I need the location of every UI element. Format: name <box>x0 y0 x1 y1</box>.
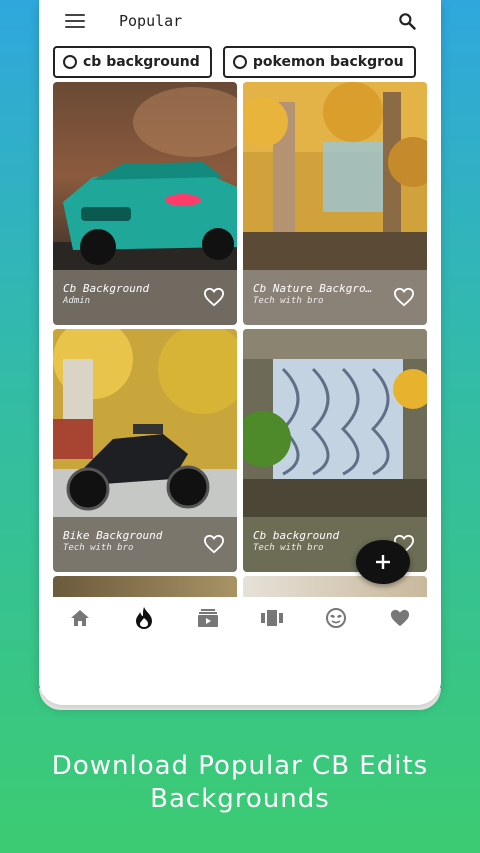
heart-icon <box>390 609 410 627</box>
app-bar: Popular <box>39 0 441 44</box>
promo-tagline: Download Popular CB Edits Backgrounds <box>0 750 480 816</box>
wallpaper-card[interactable]: Cb background Tech with bro <box>243 329 427 572</box>
card-info: Cb Background Admin <box>53 270 237 325</box>
wallpaper-author: Tech with bro <box>253 296 324 306</box>
plus-icon <box>376 555 390 569</box>
nav-home[interactable] <box>68 606 92 630</box>
wallpaper-author: Admin <box>63 296 91 306</box>
radio-circle-icon <box>232 55 247 69</box>
wallpaper-card[interactable]: Cb Nature Backgro… Tech with bro <box>243 82 427 325</box>
tagline-line-1: Download Popular CB Edits <box>51 751 429 781</box>
wallpaper-image-partial <box>53 576 237 597</box>
wallpaper-card[interactable] <box>53 576 237 597</box>
nav-mask[interactable] <box>324 606 348 630</box>
menu-icon[interactable] <box>65 14 85 28</box>
nav-popular[interactable] <box>132 606 156 630</box>
add-fab-button[interactable] <box>356 540 410 584</box>
favorite-heart-icon[interactable] <box>203 287 225 307</box>
fire-icon <box>136 607 152 629</box>
chip-cb-background[interactable]: cb background <box>53 46 212 78</box>
wallpaper-name: Cb background <box>253 529 340 542</box>
nav-favorites[interactable] <box>388 606 412 630</box>
radio-circle-icon <box>63 55 77 69</box>
tagline-line-2: Backgrounds <box>150 784 330 814</box>
wallpaper-name: Cb Nature Backgro… <box>253 282 373 295</box>
wallpaper-author: Tech with bro <box>63 543 134 553</box>
page-title: Popular <box>119 12 183 30</box>
wallpaper-author: Tech with bro <box>253 543 324 553</box>
mask-icon <box>326 608 346 628</box>
wallpaper-image-car <box>53 82 237 270</box>
carousel-icon <box>261 610 283 626</box>
home-icon <box>71 610 89 626</box>
card-info: Bike Background Tech with bro <box>53 517 237 572</box>
wallpaper-grid: Cb Background Admin Cb Nature Backgro… T… <box>53 82 427 597</box>
favorite-heart-icon[interactable] <box>393 287 415 307</box>
favorite-heart-icon[interactable] <box>203 534 225 554</box>
chip-label: pokemon backgrou <box>252 54 404 70</box>
nav-collections[interactable] <box>196 606 220 630</box>
category-chips: cb background pokemon backgrou <box>53 46 441 78</box>
bottom-navigation <box>39 598 441 638</box>
card-info: Cb Nature Backgro… Tech with bro <box>243 270 427 325</box>
chip-label: cb background <box>83 54 200 70</box>
wallpaper-card[interactable]: Bike Background Tech with bro <box>53 329 237 572</box>
collections-icon <box>198 609 218 627</box>
wallpaper-image-gate <box>243 329 427 517</box>
wallpaper-name: Cb Background <box>63 282 150 295</box>
phone-screen: Popular cb background pokemon backgrou C… <box>39 0 441 705</box>
search-icon[interactable] <box>397 11 417 31</box>
chip-pokemon-background[interactable]: pokemon backgrou <box>222 46 416 78</box>
nav-carousel[interactable] <box>260 606 284 630</box>
wallpaper-name: Bike Background <box>63 529 163 542</box>
wallpaper-image-trees <box>243 82 427 270</box>
wallpaper-image-bike <box>53 329 237 517</box>
wallpaper-card[interactable]: Cb Background Admin <box>53 82 237 325</box>
